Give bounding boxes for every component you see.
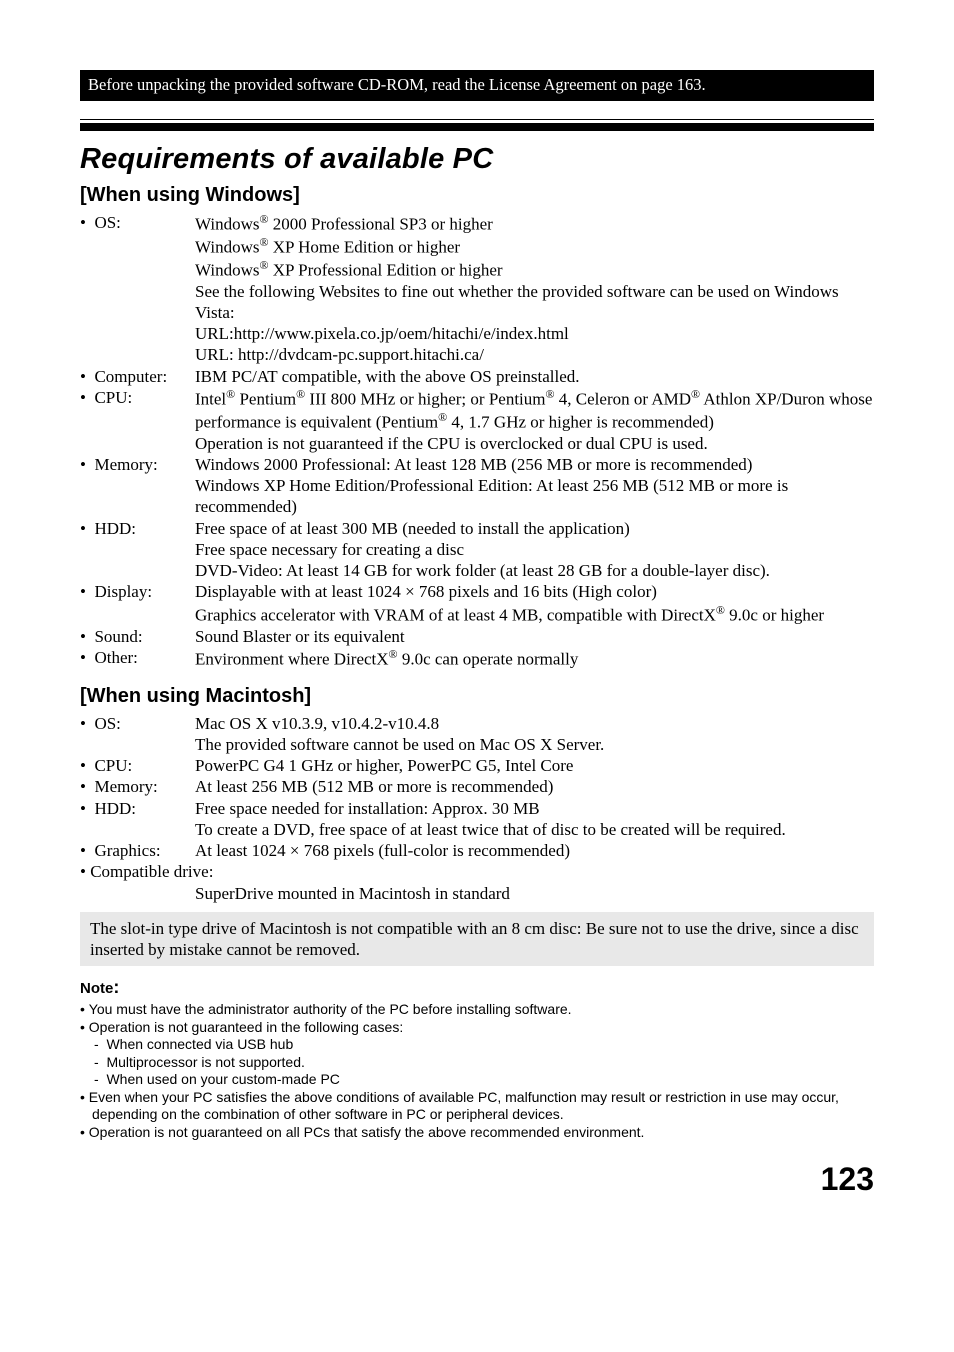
spec-label: • Compatible drive: [80,862,213,881]
notes-list: You must have the administrator authorit… [80,1001,874,1141]
spec-label: HDD: [80,518,195,539]
spec-value: IBM PC/AT compatible, with the above OS … [195,366,874,387]
slot-in-warning-box: The slot-in type drive of Macintosh is n… [80,912,874,967]
spec-value: Sound Blaster or its equivalent [195,626,874,647]
mac-spec-list: OS:Mac OS X v10.3.9, v10.4.2-v10.4.8The … [80,713,874,904]
spec-item: Sound:Sound Blaster or its equivalent [80,626,874,647]
spec-item: CPU:PowerPC G4 1 GHz or higher, PowerPC … [80,755,874,776]
spec-value: Intel® Pentium® III 800 MHz or higher; o… [195,387,874,454]
sub-note-item: When connected via USB hub [94,1036,874,1054]
spec-label: Display: [80,581,195,602]
page-number: 123 [80,1159,874,1199]
note-item: You must have the administrator authorit… [80,1001,874,1019]
spec-item: OS:Windows® 2000 Professional SP3 or hig… [80,212,874,366]
spec-label: Other: [80,647,195,668]
spec-label: Sound: [80,626,195,647]
spec-value: Free space needed for installation: Appr… [195,798,874,841]
spec-item: CPU:Intel® Pentium® III 800 MHz or highe… [80,387,874,454]
license-warning-bar: Before unpacking the provided software C… [80,70,874,101]
sub-note-item: Multiprocessor is not supported. [94,1054,874,1072]
note-item: Even when your PC satisfies the above co… [80,1089,874,1124]
spec-value: Mac OS X v10.3.9, v10.4.2-v10.4.8The pro… [195,713,874,756]
spec-label: Computer: [80,366,195,387]
spec-label: OS: [80,212,195,233]
spec-item: • Compatible drive: SuperDrive mounted in… [80,861,874,904]
spec-value: Windows® 2000 Professional SP3 or higher… [195,212,874,366]
spec-item: Memory:Windows 2000 Professional: At lea… [80,454,874,518]
spec-label: Graphics: [80,840,195,861]
mac-heading: [When using Macintosh] [80,684,874,709]
note-heading: Note: [80,976,874,999]
spec-value: At least 256 MB (512 MB or more is recom… [195,776,874,797]
note-item: Operation is not guaranteed on all PCs t… [80,1124,874,1142]
spec-value: Environment where DirectX® 9.0c can oper… [195,647,874,670]
spec-label: CPU: [80,755,195,776]
spec-value: Displayable with at least 1024 × 768 pix… [195,581,874,625]
windows-spec-list: OS:Windows® 2000 Professional SP3 or hig… [80,212,874,670]
note-colon: : [113,977,119,997]
spec-value: SuperDrive mounted in Macintosh in stand… [80,883,874,904]
spec-label: OS: [80,713,195,734]
note-item: Operation is not guaranteed in the follo… [80,1019,874,1037]
spec-item: Computer:IBM PC/AT compatible, with the … [80,366,874,387]
note-heading-text: Note [80,980,113,997]
spec-label: CPU: [80,387,195,408]
sub-notes-list: When connected via USB hubMultiprocessor… [80,1036,874,1089]
heavy-rule [80,119,874,131]
spec-value: Free space of at least 300 MB (needed to… [195,518,874,582]
spec-item: Memory:At least 256 MB (512 MB or more i… [80,776,874,797]
spec-item: HDD:Free space needed for installation: … [80,798,874,841]
sub-note-item: When used on your custom-made PC [94,1071,874,1089]
spec-value: Windows 2000 Professional: At least 128 … [195,454,874,518]
spec-item: Graphics:At least 1024 × 768 pixels (ful… [80,840,874,861]
spec-item: OS:Mac OS X v10.3.9, v10.4.2-v10.4.8The … [80,713,874,756]
spec-value: PowerPC G4 1 GHz or higher, PowerPC G5, … [195,755,874,776]
page-title: Requirements of available PC [80,141,874,177]
spec-item: HDD:Free space of at least 300 MB (neede… [80,518,874,582]
spec-item: Display:Displayable with at least 1024 ×… [80,581,874,625]
spec-label: Memory: [80,776,195,797]
windows-heading: [When using Windows] [80,183,874,208]
spec-value: At least 1024 × 768 pixels (full-color i… [195,840,874,861]
spec-label: HDD: [80,798,195,819]
spec-item: Other:Environment where DirectX® 9.0c ca… [80,647,874,670]
spec-label: Memory: [80,454,195,475]
